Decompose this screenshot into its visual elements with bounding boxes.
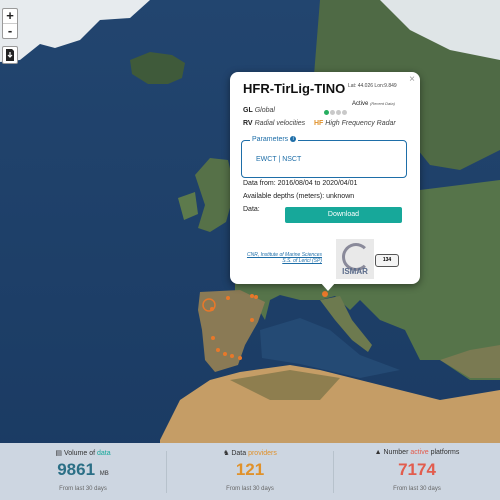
stat-value: 9861 MB [0, 460, 166, 480]
stat-value-number: 9861 [57, 460, 96, 479]
status-text: Active (Recent Data) [352, 101, 395, 107]
parameters-value: EWCT | NSCT [256, 156, 302, 163]
status-dot [336, 110, 341, 115]
stat-label: ▲ Number active platforms [334, 449, 500, 456]
stat-subtitle: From last 30 days [393, 486, 441, 492]
stat-volume: ▤ Volume of data 9861 MB From last 30 da… [0, 443, 166, 500]
rv-row: RV Radial velocities [243, 120, 305, 127]
zoom-in-button[interactable]: + [3, 9, 17, 23]
stat-providers: ♞ Data providers 121 From last 30 days [167, 443, 333, 500]
status-note: (Recent Data) [370, 101, 395, 106]
institution-link[interactable]: CNR, Institute of Marine Sciences S.S. o… [246, 252, 322, 264]
stat-label-highlight: providers [248, 450, 277, 457]
stat-subtitle: From last 30 days [226, 486, 274, 492]
database-icon: ▤ [55, 450, 62, 457]
institution-logo: ISMAR [336, 239, 374, 279]
parameters-box: Parameters i EWCT | NSCT [241, 136, 407, 178]
stat-label-text: Volume of [63, 450, 98, 457]
info-icon[interactable]: i [290, 136, 297, 143]
stats-bar: ▤ Volume of data 9861 MB From last 30 da… [0, 443, 500, 500]
stat-unit: MB [99, 471, 109, 477]
rv-text: Radial velocities [254, 120, 306, 127]
download-button[interactable]: Download [285, 207, 402, 223]
stat-label-text: Data [231, 450, 249, 457]
status-dots [324, 102, 348, 120]
hf-code: HF [314, 120, 324, 127]
stat-label-highlight: data [97, 450, 111, 457]
providers-icon: ♞ [223, 450, 230, 457]
status-dot-active [324, 110, 329, 115]
popup-close-button[interactable]: × [409, 74, 415, 85]
hf-text: High Frequency Radar [325, 120, 396, 127]
parameters-label: Parameters [252, 136, 289, 143]
download-file-icon [6, 49, 14, 61]
available-depths: Available depths (meters): unknown [243, 193, 355, 200]
stat-value: 121 [235, 460, 265, 479]
stat-label: ▤ Volume of data [0, 449, 166, 457]
stat-label-text: Number [383, 449, 411, 456]
gl-code: GL [243, 107, 253, 114]
download-map-button[interactable] [2, 46, 18, 64]
logo-text: ISMAR [342, 267, 368, 276]
status-label: Active [352, 101, 369, 107]
stat-label-suffix: platforms [428, 449, 460, 456]
data-period: Data from: 2016/08/04 to 2020/04/01 [243, 180, 358, 187]
platform-count-badge: 134 [375, 254, 399, 267]
platform-marker [230, 354, 234, 358]
platform-marker [254, 295, 258, 299]
stat-label-highlight: active [410, 449, 429, 456]
stat-subtitle: From last 30 days [59, 486, 107, 492]
platform-marker [223, 352, 227, 356]
platform-marker [250, 318, 254, 322]
zoom-out-button[interactable]: - [3, 23, 17, 38]
stat-value: 7174 [398, 460, 436, 479]
platform-marker [211, 336, 215, 340]
platform-popup: × HFR-TirLig-TINO Lat: 44.026 Lon:9.849 … [230, 72, 420, 291]
popup-tip [320, 282, 336, 291]
zoom-control: + - [2, 8, 18, 39]
platform-coordinates: Lat: 44.026 Lon:9.849 [348, 83, 397, 89]
stat-platforms: ▲ Number active platforms 7174 From last… [334, 443, 500, 500]
gl-row: GL Global [243, 107, 275, 114]
status-dot [342, 110, 347, 115]
platform-marker [238, 356, 242, 360]
stat-label: ♞ Data providers [167, 449, 333, 457]
rv-code: RV [243, 120, 253, 127]
platform-marker [216, 348, 220, 352]
platform-title: HFR-TirLig-TINO [243, 81, 346, 96]
gl-text: Global [254, 107, 275, 114]
data-label: Data: [243, 206, 260, 213]
platform-marker [250, 294, 254, 298]
platform-marker [322, 291, 328, 297]
platform-marker [210, 307, 214, 311]
parameters-legend: Parameters i [250, 136, 299, 143]
platform-marker [226, 296, 230, 300]
hf-row: HF High Frequency Radar [314, 120, 396, 127]
status-dot [330, 110, 335, 115]
platform-icon: ▲ [374, 449, 382, 456]
